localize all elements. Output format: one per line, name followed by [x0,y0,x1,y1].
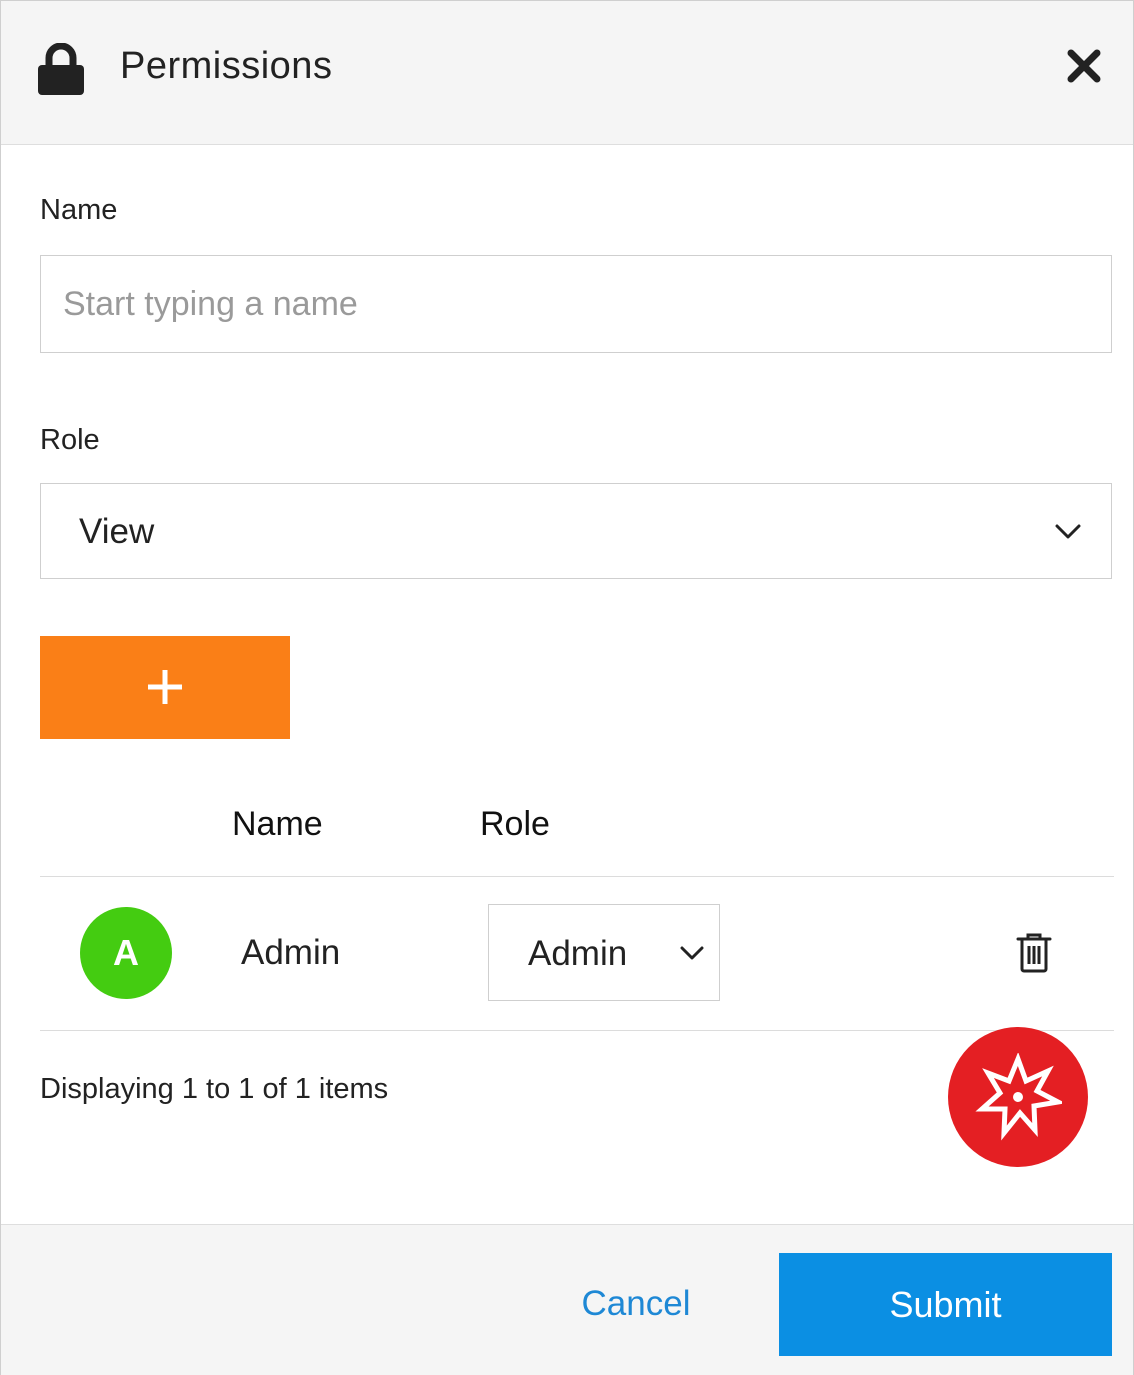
permissions-dialog: Permissions Name Role View Name Role A A… [0,0,1134,1375]
plus-icon [148,670,182,704]
trash-icon[interactable] [1016,933,1052,973]
close-icon[interactable] [1065,47,1103,85]
avatar: A [80,907,172,999]
role-field-label: Role [40,424,100,456]
name-input[interactable] [40,255,1112,353]
name-field-label: Name [40,194,118,226]
cancel-button[interactable]: Cancel [571,1281,701,1327]
dialog-title: Permissions [120,45,333,87]
row-name: Admin [241,933,341,972]
dialog-header: Permissions [1,1,1133,145]
submit-button[interactable]: Submit [779,1253,1112,1356]
row-role-value: Admin [528,934,628,973]
paging-info: Displaying 1 to 1 of 1 items [40,1073,389,1105]
column-header-role: Role [480,805,550,843]
chevron-down-icon [1055,524,1081,539]
dialog-footer: Cancel Submit [1,1224,1133,1375]
table-row: A Admin Admin [40,877,1114,1030]
starburst-icon [975,1053,1062,1141]
table-footer-divider [40,1030,1114,1031]
add-permission-button[interactable] [40,636,290,739]
role-select-value: View [79,512,155,551]
lock-icon [38,43,84,95]
chevron-down-icon [680,946,704,960]
assistant-fab-button[interactable] [948,1027,1088,1167]
row-role-select[interactable]: Admin [488,904,720,1001]
role-select[interactable]: View [40,483,1112,579]
column-header-name: Name [232,805,323,843]
